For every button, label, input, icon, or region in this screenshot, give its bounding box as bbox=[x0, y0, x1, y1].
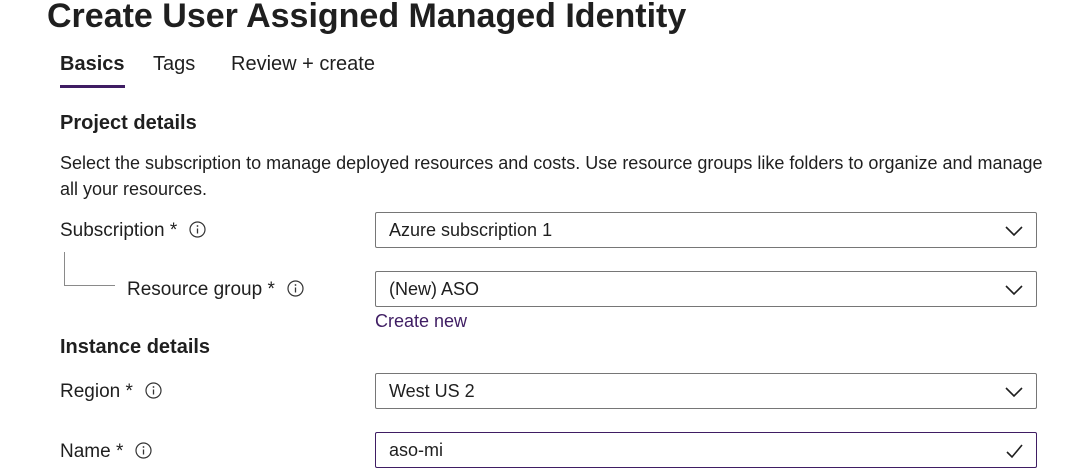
tab-review-create[interactable]: Review + create bbox=[231, 50, 375, 88]
name-input[interactable]: aso-mi bbox=[375, 432, 1037, 468]
tree-connector-line bbox=[64, 252, 115, 286]
chevron-down-icon bbox=[1005, 226, 1023, 237]
instance-details-heading: Instance details bbox=[60, 336, 211, 358]
region-label-row: Region * bbox=[60, 379, 162, 405]
project-details-heading: Project details bbox=[60, 112, 197, 134]
info-icon[interactable] bbox=[287, 279, 304, 297]
resource-group-label: Resource group * bbox=[127, 279, 275, 300]
name-label: Name * bbox=[60, 441, 124, 462]
subscription-label-row: Subscription * bbox=[60, 218, 206, 244]
project-details-description: Select the subscription to manage deploy… bbox=[60, 153, 1043, 199]
info-icon[interactable] bbox=[145, 381, 162, 399]
name-value: aso-mi bbox=[389, 440, 444, 460]
subscription-label: Subscription * bbox=[60, 220, 178, 241]
subscription-value: Azure subscription 1 bbox=[389, 220, 553, 240]
region-value: West US 2 bbox=[389, 381, 475, 401]
chevron-down-icon bbox=[1005, 387, 1023, 398]
create-new-resource-group-link[interactable]: Create new bbox=[375, 310, 467, 332]
region-dropdown[interactable]: West US 2 bbox=[375, 373, 1037, 409]
create-managed-identity-page: Create User Assigned Managed Identity Ba… bbox=[0, 0, 1086, 469]
checkmark-icon bbox=[1006, 444, 1023, 459]
subscription-dropdown[interactable]: Azure subscription 1 bbox=[375, 212, 1037, 248]
resource-group-label-row: Resource group * bbox=[127, 277, 304, 303]
tab-tags[interactable]: Tags bbox=[153, 50, 195, 88]
region-label: Region * bbox=[60, 381, 133, 402]
info-icon[interactable] bbox=[189, 220, 206, 238]
chevron-down-icon bbox=[1005, 285, 1023, 296]
page-title: Create User Assigned Managed Identity bbox=[47, 0, 687, 35]
tab-basics[interactable]: Basics bbox=[60, 50, 125, 88]
name-label-row: Name * bbox=[60, 439, 152, 465]
resource-group-dropdown[interactable]: (New) ASO bbox=[375, 271, 1037, 307]
resource-group-value: (New) ASO bbox=[389, 279, 480, 299]
info-icon[interactable] bbox=[135, 441, 152, 459]
